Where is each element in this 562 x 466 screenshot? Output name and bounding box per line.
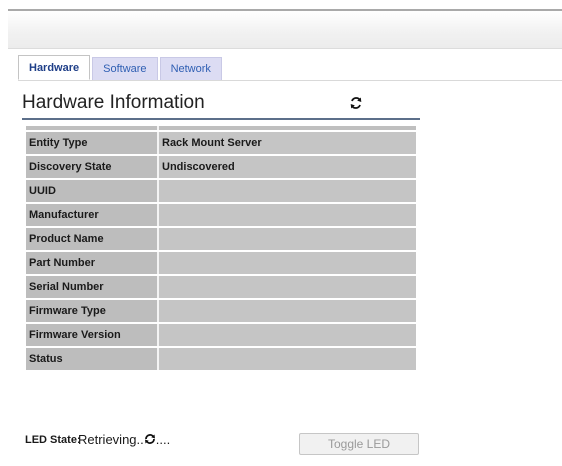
led-state-text: Retrieving.. [78, 432, 144, 447]
section-title-rule [22, 118, 420, 120]
tab-software[interactable]: Software [92, 57, 158, 80]
row-value [157, 300, 416, 322]
row-value [157, 324, 416, 346]
tab-bar: Hardware Software Network [18, 55, 224, 80]
table-row: Part Number [26, 252, 416, 274]
hardware-page: Hardware Software Network Hardware Infor… [0, 0, 562, 466]
row-label: Entity Type [26, 132, 157, 154]
row-value [157, 204, 416, 226]
row-value: Rack Mount Server [157, 132, 416, 154]
table-header-cell [26, 126, 157, 130]
refresh-icon [350, 97, 362, 109]
row-label: Serial Number [26, 276, 157, 298]
tab-hardware[interactable]: Hardware [18, 55, 91, 80]
row-value [157, 276, 416, 298]
row-label: Product Name [26, 228, 157, 250]
hardware-info-table: Entity Type Rack Mount Server Discovery … [26, 124, 416, 372]
row-label: UUID [26, 180, 157, 202]
table-row: Serial Number [26, 276, 416, 298]
row-value [157, 252, 416, 274]
table-row: Manufacturer [26, 204, 416, 226]
table-row: Firmware Version [26, 324, 416, 346]
table-row: Firmware Type [26, 300, 416, 322]
row-value [157, 228, 416, 250]
led-state-ellipsis: .... [155, 432, 171, 447]
row-value [157, 180, 416, 202]
led-state-value: Retrieving.. .... [78, 432, 170, 447]
toolbar-band [8, 11, 562, 49]
table-header-row [26, 126, 416, 130]
loading-spinner-icon [144, 433, 156, 445]
row-label: Discovery State [26, 156, 157, 178]
table-row: Entity Type Rack Mount Server [26, 132, 416, 154]
row-label: Firmware Version [26, 324, 157, 346]
refresh-button[interactable] [349, 96, 363, 110]
tab-bar-underline [18, 80, 562, 81]
table-row: Product Name [26, 228, 416, 250]
table-row: Status [26, 348, 416, 370]
row-label: Part Number [26, 252, 157, 274]
table-header-cell [157, 126, 416, 130]
row-label: Status [26, 348, 157, 370]
led-state-label: LED State: [25, 434, 81, 446]
toggle-led-button[interactable]: Toggle LED [299, 433, 419, 455]
row-value [157, 348, 416, 370]
row-label: Manufacturer [26, 204, 157, 226]
table-row: UUID [26, 180, 416, 202]
table-row: Discovery State Undiscovered [26, 156, 416, 178]
section-title: Hardware Information [22, 92, 205, 113]
row-label: Firmware Type [26, 300, 157, 322]
row-value: Undiscovered [157, 156, 416, 178]
tab-network[interactable]: Network [159, 57, 222, 80]
